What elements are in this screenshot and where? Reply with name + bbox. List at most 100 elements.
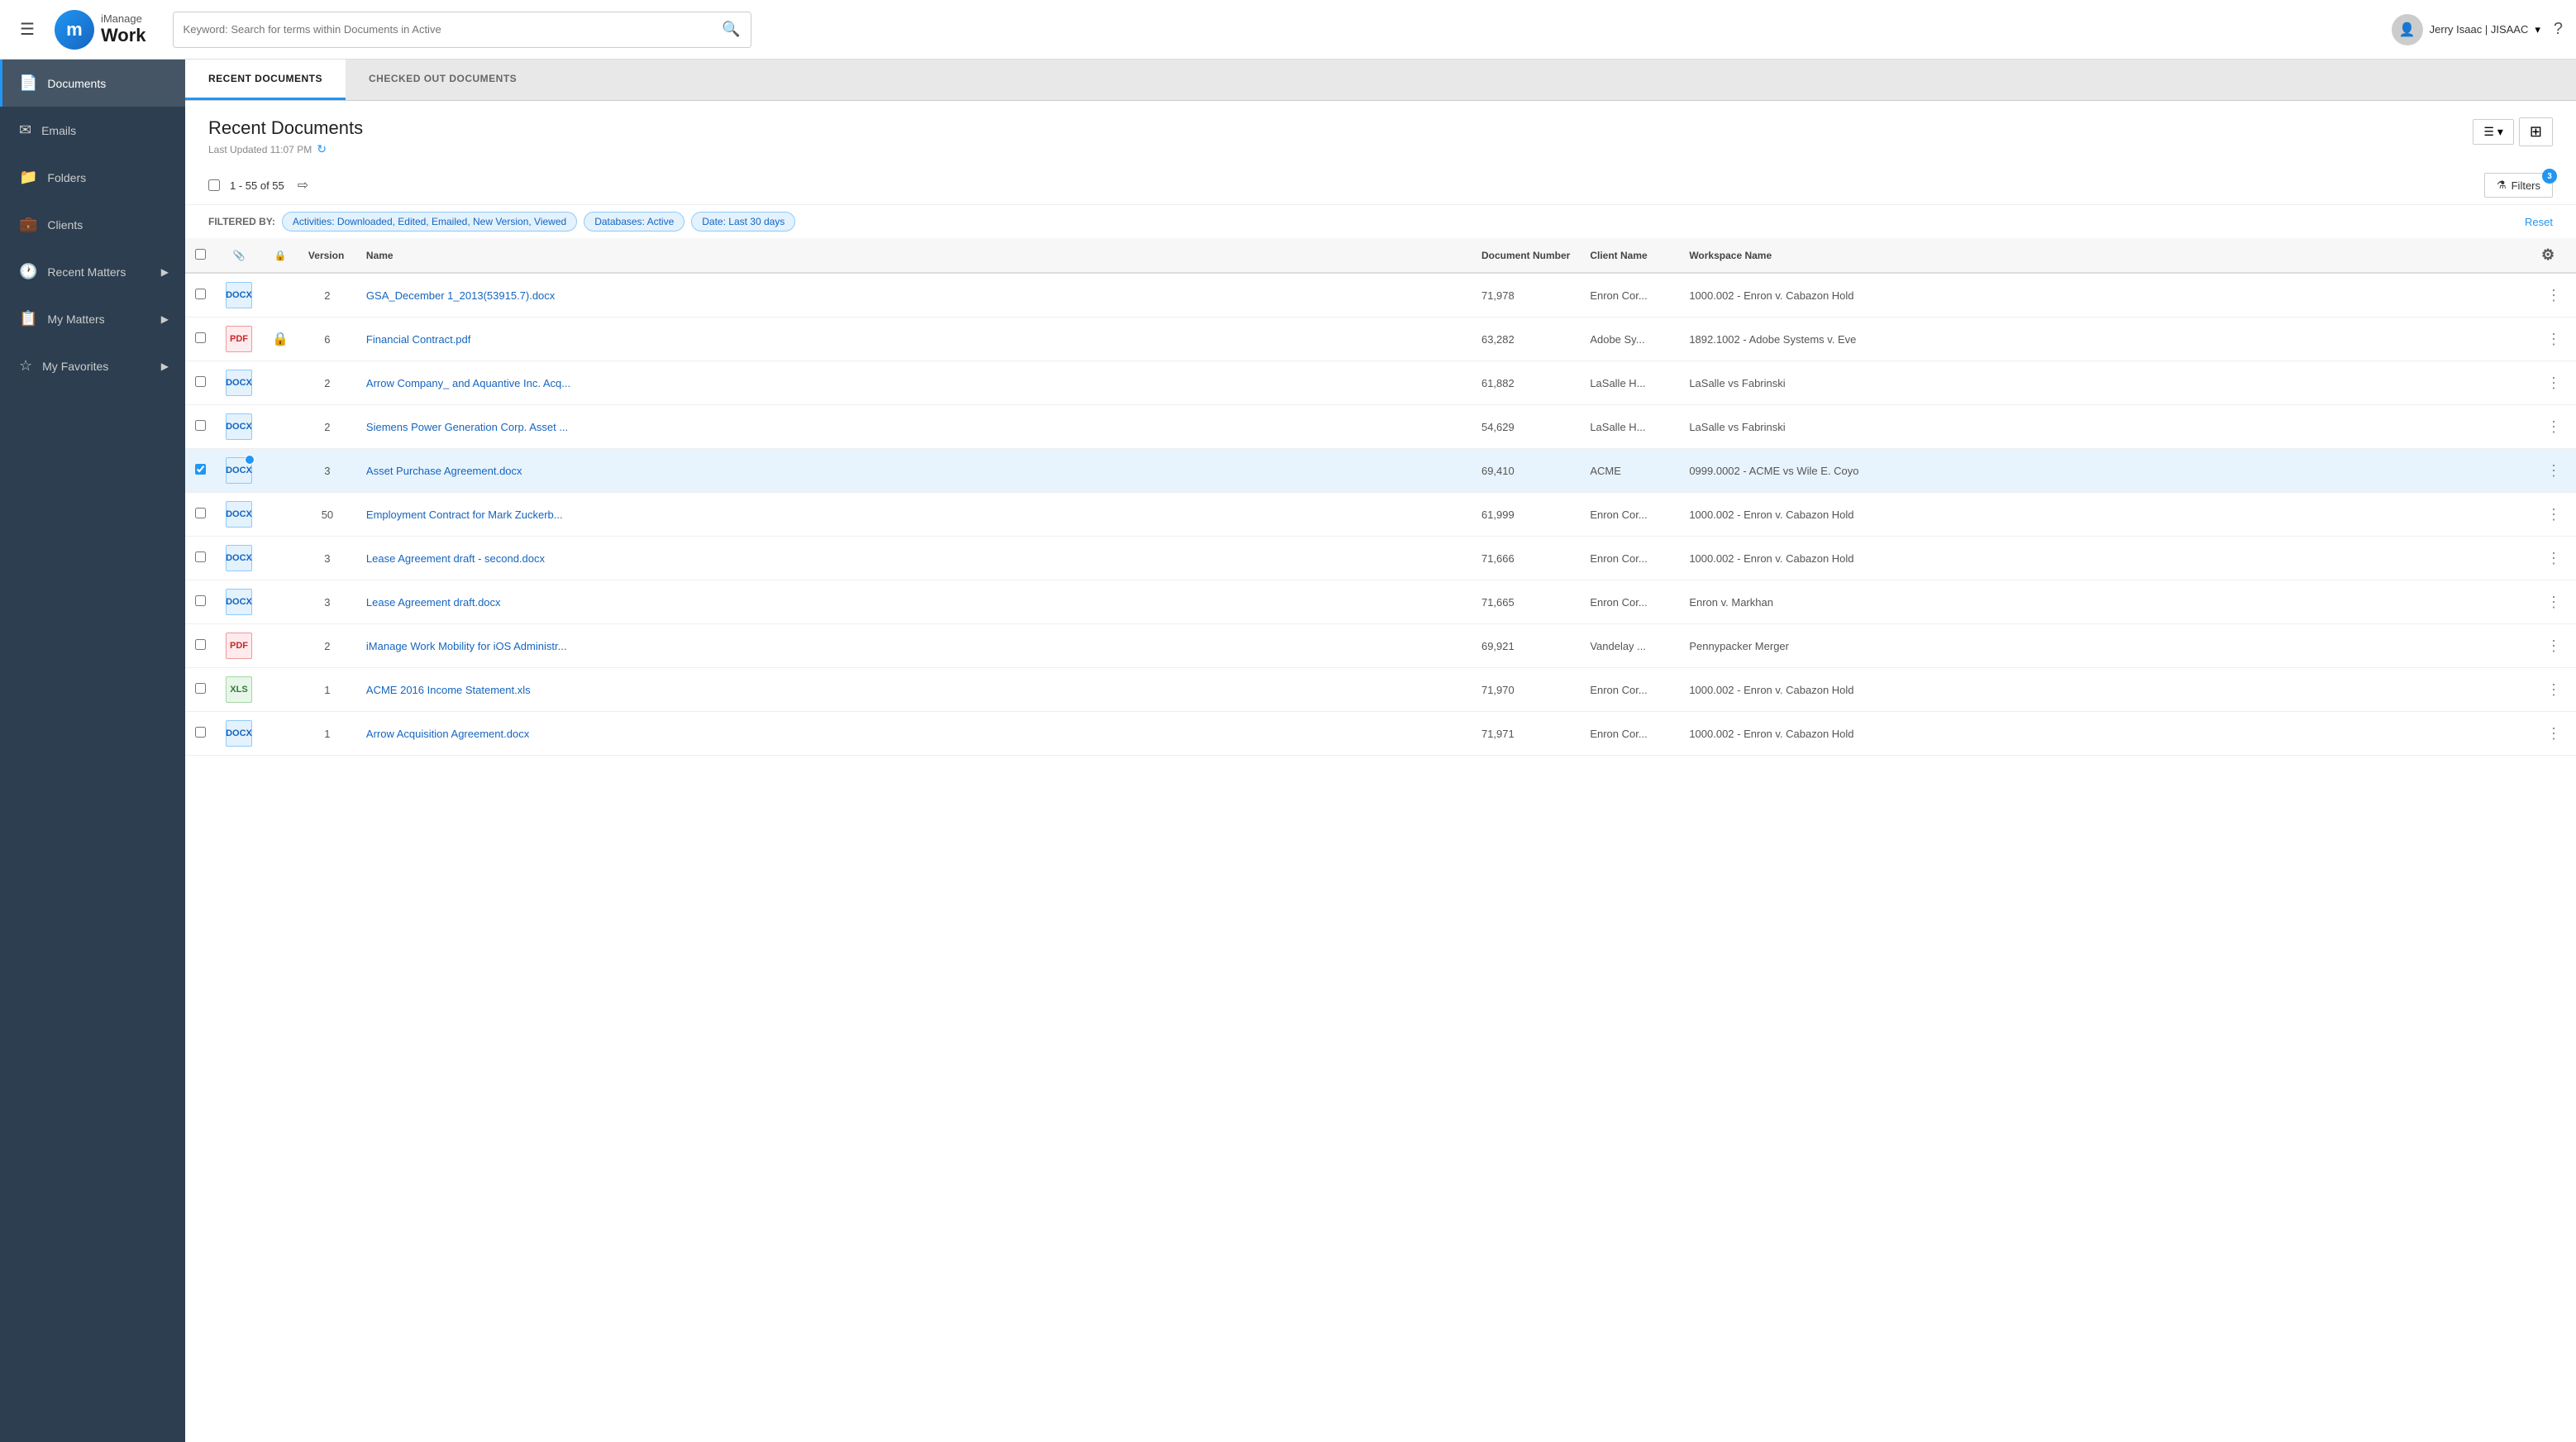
sidebar-item-my-matters[interactable]: 📋 My Matters ▶ — [0, 295, 185, 342]
table-body: DOCX2GSA_December 1_2013(53915.7).docx71… — [185, 273, 2576, 756]
row-workspace-name: 0999.0002 - ACME vs Wile E. Coyo — [1679, 449, 2531, 493]
row-workspace-name: 1000.002 - Enron v. Cabazon Hold — [1679, 668, 2531, 712]
doc-name-link[interactable]: iManage Work Mobility for iOS Administr.… — [366, 640, 567, 652]
row-more-cell: ⋮ — [2531, 537, 2576, 580]
doc-name-link[interactable]: ACME 2016 Income Statement.xls — [366, 684, 531, 696]
tab-recent-documents[interactable]: RECENT DOCUMENTS — [185, 60, 346, 100]
search-bar[interactable]: 🔍 — [173, 12, 751, 48]
row-workspace-name: Enron v. Markhan — [1679, 580, 2531, 624]
row-checkbox-cell — [185, 449, 216, 493]
row-doc-icon-cell: DOCX — [216, 537, 262, 580]
row-client-name: Adobe Sy... — [1580, 318, 1679, 361]
row-checkbox-cell — [185, 273, 216, 318]
col-header-version: Version — [298, 238, 356, 273]
row-checkbox[interactable] — [195, 595, 206, 606]
row-more-button[interactable]: ⋮ — [2541, 680, 2566, 700]
sidebar-item-emails[interactable]: ✉ Emails — [0, 107, 185, 154]
refresh-icon[interactable]: ↻ — [317, 142, 327, 156]
row-checkbox[interactable] — [195, 639, 206, 650]
sidebar-item-clients[interactable]: 💼 Clients — [0, 201, 185, 248]
col-header-settings: ⚙ — [2531, 238, 2576, 273]
table-row: DOCX1Arrow Acquisition Agreement.docx71,… — [185, 712, 2576, 756]
sidebar-item-recent-matters[interactable]: 🕐 Recent Matters ▶ — [0, 248, 185, 295]
row-more-cell: ⋮ — [2531, 273, 2576, 318]
row-more-button[interactable]: ⋮ — [2541, 636, 2566, 656]
sidebar-item-my-favorites[interactable]: ☆ My Favorites ▶ — [0, 342, 185, 389]
row-more-button[interactable]: ⋮ — [2541, 504, 2566, 524]
row-checkbox[interactable] — [195, 551, 206, 562]
doc-name-link[interactable]: Arrow Acquisition Agreement.docx — [366, 728, 529, 740]
select-all-checkbox[interactable] — [208, 179, 220, 191]
doc-badge — [245, 455, 255, 465]
row-more-button[interactable]: ⋮ — [2541, 373, 2566, 393]
content-header: Recent Documents Last Updated 11:07 PM ↻… — [185, 101, 2576, 166]
header-checkbox[interactable] — [195, 249, 206, 260]
row-more-button[interactable]: ⋮ — [2541, 285, 2566, 305]
row-version: 2 — [298, 273, 356, 318]
filter-chip-date[interactable]: Date: Last 30 days — [691, 212, 795, 232]
sidebar: 📄 Documents ✉ Emails 📁 Folders 💼 Clients… — [0, 60, 185, 1442]
row-version: 50 — [298, 493, 356, 537]
row-client-name: Enron Cor... — [1580, 668, 1679, 712]
row-client-name: LaSalle H... — [1580, 405, 1679, 449]
sidebar-item-label: My Favorites — [42, 360, 108, 373]
row-checkbox-cell — [185, 537, 216, 580]
search-icon[interactable]: 🔍 — [722, 21, 740, 38]
col-header-check — [185, 238, 216, 273]
row-more-cell: ⋮ — [2531, 361, 2576, 405]
doc-name-link[interactable]: GSA_December 1_2013(53915.7).docx — [366, 289, 555, 302]
filter-chip-databases[interactable]: Databases: Active — [584, 212, 685, 232]
row-doc-icon-cell: DOCX — [216, 449, 262, 493]
row-lock-cell — [262, 361, 298, 405]
row-more-button[interactable]: ⋮ — [2541, 461, 2566, 480]
filter-chip-activities[interactable]: Activities: Downloaded, Edited, Emailed,… — [282, 212, 577, 232]
tab-checked-out-documents[interactable]: CHECKED OUT DOCUMENTS — [346, 60, 540, 100]
row-checkbox[interactable] — [195, 332, 206, 343]
list-view-button[interactable]: ☰ ▾ — [2473, 119, 2514, 145]
doc-type-icon: DOCX — [226, 370, 252, 396]
doc-name-link[interactable]: Lease Agreement draft - second.docx — [366, 552, 545, 565]
row-checkbox[interactable] — [195, 727, 206, 738]
doc-name-link[interactable]: Asset Purchase Agreement.docx — [366, 465, 522, 477]
row-checkbox-cell — [185, 580, 216, 624]
grid-view-button[interactable]: ⊞ — [2519, 117, 2553, 146]
help-icon[interactable]: ? — [2554, 20, 2563, 39]
row-workspace-name: Pennypacker Merger — [1679, 624, 2531, 668]
sidebar-item-documents[interactable]: 📄 Documents — [0, 60, 185, 107]
row-more-button[interactable]: ⋮ — [2541, 548, 2566, 568]
row-checkbox[interactable] — [195, 508, 206, 518]
row-more-button[interactable]: ⋮ — [2541, 592, 2566, 612]
row-client-name: Enron Cor... — [1580, 273, 1679, 318]
row-lock-cell — [262, 273, 298, 318]
doc-name-link[interactable]: Lease Agreement draft.docx — [366, 596, 501, 609]
hamburger-menu[interactable]: ☰ — [13, 12, 41, 46]
doc-name-link[interactable]: Arrow Company_ and Aquantive Inc. Acq... — [366, 377, 570, 389]
row-more-button[interactable]: ⋮ — [2541, 723, 2566, 743]
doc-name-link[interactable]: Employment Contract for Mark Zuckerb... — [366, 509, 563, 521]
doc-name-link[interactable]: Siemens Power Generation Corp. Asset ... — [366, 421, 568, 433]
sidebar-item-label: Folders — [47, 171, 86, 184]
row-checkbox[interactable] — [195, 683, 206, 694]
gear-icon[interactable]: ⚙ — [2541, 246, 2555, 263]
count-label: 1 - 55 of 55 — [230, 179, 284, 192]
emails-icon: ✉ — [19, 122, 31, 139]
row-checkbox[interactable] — [195, 289, 206, 299]
row-more-button[interactable]: ⋮ — [2541, 329, 2566, 349]
search-input[interactable] — [184, 23, 723, 36]
user-menu[interactable]: 👤 Jerry Isaac | JISAAC ▾ — [2392, 14, 2540, 45]
filter-button[interactable]: ⚗ Filters 3 — [2484, 173, 2553, 198]
expand-icon: ▶ — [161, 360, 169, 372]
doc-name-link[interactable]: Financial Contract.pdf — [366, 333, 470, 346]
attachment-icon: 📎 — [233, 250, 246, 261]
row-more-button[interactable]: ⋮ — [2541, 417, 2566, 437]
row-checkbox[interactable] — [195, 420, 206, 431]
export-icon[interactable]: ⇨ — [298, 177, 308, 193]
row-doc-number: 54,629 — [1472, 405, 1580, 449]
row-doc-icon-cell: XLS — [216, 668, 262, 712]
reset-button[interactable]: Reset — [2525, 216, 2553, 228]
doc-type-icon: PDF — [226, 633, 252, 659]
row-checkbox[interactable] — [195, 376, 206, 387]
sidebar-item-folders[interactable]: 📁 Folders — [0, 154, 185, 201]
row-version: 2 — [298, 361, 356, 405]
row-checkbox[interactable] — [195, 464, 206, 475]
